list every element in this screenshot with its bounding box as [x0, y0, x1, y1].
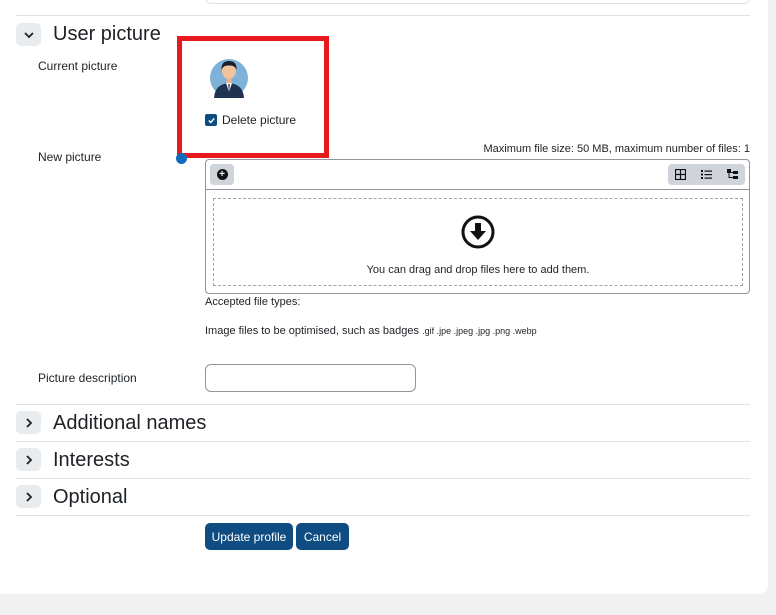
- user-avatar: [209, 52, 249, 98]
- optional-heading[interactable]: Optional: [53, 485, 128, 509]
- accepted-types-label: Accepted file types:: [205, 296, 301, 308]
- download-arrow-circle-icon: [461, 215, 495, 249]
- section-divider: [16, 15, 750, 16]
- page: User picture Current picture Delete pict…: [0, 0, 776, 615]
- delete-picture-label[interactable]: Delete picture: [222, 113, 296, 127]
- view-list-button[interactable]: [694, 164, 720, 185]
- picture-description-label: Picture description: [38, 371, 137, 385]
- optional-toggle[interactable]: [16, 485, 41, 508]
- update-profile-button[interactable]: Update profile: [205, 523, 293, 550]
- checkmark-icon: [207, 116, 216, 125]
- view-icons-button[interactable]: [668, 164, 694, 185]
- accepted-types-description: Image files to be optimised, such as bad…: [205, 325, 420, 337]
- user-picture-toggle[interactable]: [16, 23, 41, 46]
- section-divider: [16, 441, 750, 442]
- delete-picture-checkbox[interactable]: [205, 114, 217, 126]
- plus-circle-icon: +: [216, 169, 228, 180]
- section-divider: [16, 404, 750, 405]
- file-limits-text: Maximum file size: 50 MB, maximum number…: [483, 143, 750, 155]
- highlight-box: [177, 36, 329, 158]
- previous-field-frame: [205, 0, 750, 4]
- add-file-button[interactable]: +: [210, 164, 234, 185]
- file-picker-toolbar: +: [206, 160, 749, 190]
- help-icon[interactable]: [176, 153, 187, 164]
- picture-description-input[interactable]: [205, 364, 416, 392]
- section-divider: [16, 478, 750, 479]
- chevron-right-icon: [23, 417, 35, 429]
- chevron-right-icon: [23, 454, 35, 466]
- additional-names-toggle[interactable]: [16, 411, 41, 434]
- chevron-right-icon: [23, 491, 35, 503]
- new-picture-label: New picture: [38, 150, 102, 164]
- interests-toggle[interactable]: [16, 448, 41, 471]
- accepted-types-list: Image files to be optimised, such as bad…: [205, 325, 537, 337]
- list-icon: [701, 169, 712, 180]
- tree-icon: [726, 169, 738, 180]
- view-mode-group: [668, 164, 745, 185]
- interests-heading[interactable]: Interests: [53, 448, 130, 472]
- additional-names-heading[interactable]: Additional names: [53, 411, 206, 435]
- cancel-button[interactable]: Cancel: [296, 523, 349, 550]
- drop-zone[interactable]: You can drag and drop files here to add …: [213, 198, 743, 286]
- accepted-types-extensions: .gif .jpe .jpeg .jpg .png .webp: [422, 326, 537, 336]
- user-picture-heading[interactable]: User picture: [53, 22, 161, 46]
- drop-zone-text: You can drag and drop files here to add …: [366, 264, 590, 276]
- file-picker: + You can drag and drop files here to ad…: [205, 159, 750, 294]
- section-divider: [16, 515, 750, 516]
- grid-icon: [675, 169, 687, 180]
- chevron-down-icon: [23, 29, 35, 41]
- view-tree-button[interactable]: [719, 164, 745, 185]
- current-picture-label: Current picture: [38, 59, 118, 73]
